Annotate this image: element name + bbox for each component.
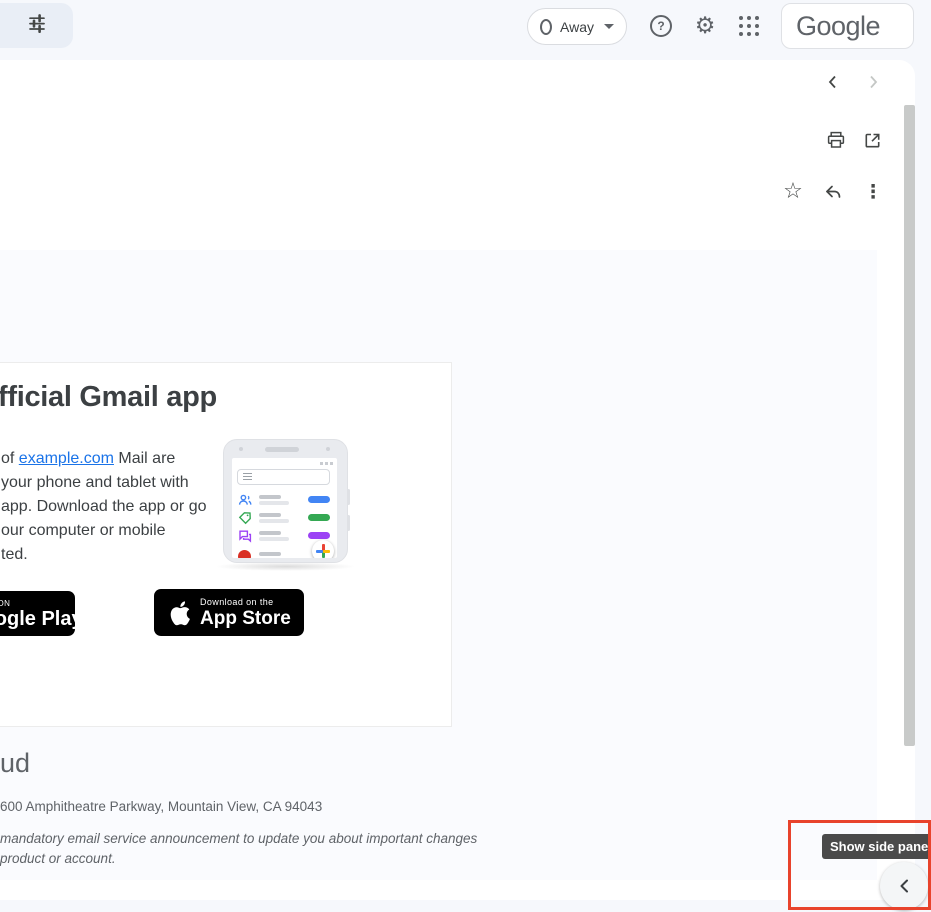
text-skeleton-bar: [259, 501, 289, 505]
paragraph-text: app. Download the app or go: [1, 495, 231, 519]
scrollbar-thumb[interactable]: [904, 105, 915, 746]
top-bar: Away ? ⚙ Google: [0, 0, 931, 60]
status-bit: [330, 462, 333, 465]
star-button[interactable]: ☆: [775, 174, 811, 210]
play-badge-main-text: Google Play: [0, 609, 83, 630]
phone-camera-dot: [239, 447, 243, 451]
red-dot-icon: [238, 550, 251, 558]
tag-icon: [238, 511, 252, 525]
apps-grid-icon: [739, 16, 759, 36]
chevron-left-icon: [824, 73, 842, 91]
more-options-button[interactable]: ⋮: [855, 174, 891, 210]
label-pill-purple: [308, 532, 330, 539]
paragraph-text: our computer or mobile: [1, 519, 231, 543]
footer-legal-line: mandatory email service announcement to …: [0, 831, 477, 846]
open-in-new-button[interactable]: [854, 122, 890, 158]
appstore-badge-top-text: Download on the: [200, 597, 291, 608]
reply-button[interactable]: [815, 174, 851, 210]
mail-content-sheet: ☆ ⋮ fficial Gmail app of example.com Mai…: [0, 60, 915, 900]
phone-shadow: [215, 562, 356, 571]
paragraph-text: of: [1, 450, 19, 467]
label-pill-green: [308, 514, 330, 521]
away-status-icon: [540, 19, 552, 35]
google-logo: Google: [796, 11, 880, 42]
footer-brand: ud: [0, 748, 30, 779]
example-link[interactable]: example.com: [19, 450, 114, 467]
gmail-window: Away ? ⚙ Google: [0, 0, 931, 912]
app-store-badge[interactable]: Download on the App Store: [154, 589, 304, 636]
phone-speaker: [265, 447, 299, 452]
chat-icon: [238, 529, 252, 543]
email-content-card: fficial Gmail app of example.com Mail ar…: [0, 362, 452, 727]
help-icon: ?: [650, 15, 672, 37]
status-bit: [320, 462, 323, 465]
footer-address: 600 Amphitheatre Parkway, Mountain View,…: [0, 799, 322, 814]
label-pill-blue: [308, 496, 330, 503]
text-skeleton-bar: [259, 495, 281, 499]
paragraph-text: Mail are: [114, 450, 175, 467]
chevron-right-icon: [864, 73, 882, 91]
open-in-new-icon: [863, 131, 882, 150]
text-skeleton-bar: [259, 519, 289, 523]
chevron-down-icon: [604, 24, 614, 29]
help-button[interactable]: ?: [641, 6, 681, 46]
tune-icon: [27, 13, 47, 38]
hamburger-icon: [243, 473, 252, 474]
search-options-button[interactable]: [0, 3, 73, 48]
text-skeleton-bar: [259, 537, 289, 541]
email-body: fficial Gmail app of example.com Mail ar…: [0, 250, 877, 880]
star-icon: ☆: [783, 181, 803, 203]
play-badge-top-text: GET IT ON: [0, 598, 83, 609]
google-play-badge[interactable]: GET IT ON Google Play: [0, 591, 75, 636]
paragraph-text: ted.: [1, 543, 231, 567]
text-skeleton-bar: [259, 531, 281, 535]
older-message-button[interactable]: [855, 64, 891, 100]
phone-screen: [232, 458, 337, 558]
phone-search-bar: [237, 469, 330, 485]
phone-side-button: [347, 489, 350, 505]
appstore-badge-main-text: App Store: [200, 608, 291, 629]
phone-list-row: [232, 511, 337, 525]
phone-side-button: [347, 515, 350, 531]
plus-arm-yellow: [323, 550, 330, 553]
chevron-left-icon: [898, 878, 910, 894]
newer-message-button[interactable]: [815, 64, 851, 100]
status-selector[interactable]: Away: [527, 8, 627, 45]
gear-icon: ⚙: [695, 15, 716, 38]
email-paragraph: of example.com Mail are your phone and t…: [1, 447, 231, 567]
apple-icon: [166, 598, 192, 628]
phone-sensor-dot: [326, 447, 330, 451]
phone-list-row: [232, 493, 337, 507]
show-side-panel-tooltip: Show side panel: [822, 834, 931, 859]
text-skeleton-bar: [259, 552, 281, 556]
status-label: Away: [560, 19, 594, 35]
status-bit: [325, 462, 328, 465]
email-heading: fficial Gmail app: [0, 381, 217, 414]
phone-illustration: [223, 439, 348, 567]
google-account-button[interactable]: Google: [781, 3, 914, 49]
compose-fab: [312, 540, 334, 558]
more-vert-icon: ⋮: [864, 183, 883, 202]
settings-button[interactable]: ⚙: [685, 6, 725, 46]
print-button[interactable]: [818, 122, 854, 158]
footer-legal-line: product or account.: [0, 851, 116, 866]
contacts-icon: [238, 493, 252, 507]
show-side-panel-button[interactable]: [880, 862, 928, 910]
printer-icon: [826, 130, 846, 150]
paragraph-text: your phone and tablet with: [1, 471, 231, 495]
plus-arm-blue: [316, 550, 323, 553]
reply-icon: [823, 182, 843, 202]
apps-button[interactable]: [729, 6, 769, 46]
text-skeleton-bar: [259, 513, 281, 517]
